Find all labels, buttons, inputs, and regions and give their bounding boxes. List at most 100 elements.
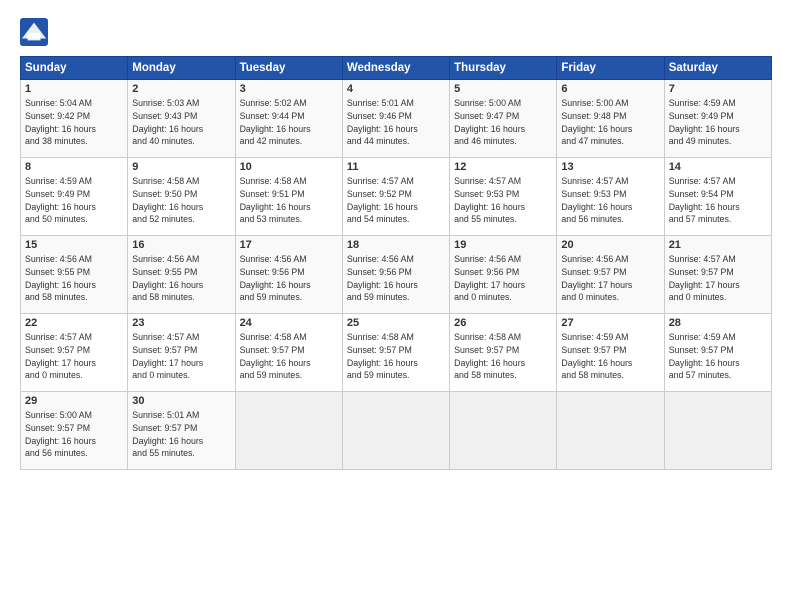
day-number: 9	[132, 161, 230, 173]
calendar-header: SundayMondayTuesdayWednesdayThursdayFrid…	[21, 57, 772, 80]
day-detail: Sunrise: 4:59 AMSunset: 9:57 PMDaylight:…	[561, 331, 659, 382]
day-cell: 25 Sunrise: 4:58 AMSunset: 9:57 PMDayligh…	[342, 314, 449, 392]
day-number: 19	[454, 239, 552, 251]
day-number: 18	[347, 239, 445, 251]
calendar-table: SundayMondayTuesdayWednesdayThursdayFrid…	[20, 56, 772, 470]
page-header	[20, 18, 772, 46]
day-detail: Sunrise: 4:56 AMSunset: 9:55 PMDaylight:…	[132, 253, 230, 304]
col-header-thursday: Thursday	[450, 57, 557, 80]
day-cell: 19 Sunrise: 4:56 AMSunset: 9:56 PMDayligh…	[450, 236, 557, 314]
day-detail: Sunrise: 4:57 AMSunset: 9:53 PMDaylight:…	[454, 175, 552, 226]
day-number: 20	[561, 239, 659, 251]
day-number: 21	[669, 239, 767, 251]
day-detail: Sunrise: 4:58 AMSunset: 9:57 PMDaylight:…	[347, 331, 445, 382]
day-number: 23	[132, 317, 230, 329]
day-number: 7	[669, 83, 767, 95]
day-detail: Sunrise: 4:56 AMSunset: 9:55 PMDaylight:…	[25, 253, 123, 304]
col-header-wednesday: Wednesday	[342, 57, 449, 80]
calendar-page: SundayMondayTuesdayWednesdayThursdayFrid…	[0, 0, 792, 612]
day-cell: 10Sunrise: 4:58 AMSunset: 9:51 PMDayligh…	[235, 158, 342, 236]
day-number: 11	[347, 161, 445, 173]
day-cell	[235, 392, 342, 470]
day-detail: Sunrise: 4:56 AMSunset: 9:56 PMDaylight:…	[347, 253, 445, 304]
day-detail: Sunrise: 5:01 AMSunset: 9:57 PMDaylight:…	[132, 409, 230, 460]
day-cell: 11 Sunrise: 4:57 AMSunset: 9:52 PMDayligh…	[342, 158, 449, 236]
day-cell: 22Sunrise: 4:57 AMSunset: 9:57 PMDayligh…	[21, 314, 128, 392]
day-cell: 24Sunrise: 4:58 AMSunset: 9:57 PMDayligh…	[235, 314, 342, 392]
day-cell: 14 Sunrise: 4:57 AMSunset: 9:54 PMDayligh…	[664, 158, 771, 236]
day-detail: Sunrise: 4:59 AMSunset: 9:49 PMDaylight:…	[669, 97, 767, 148]
day-detail: Sunrise: 4:58 AMSunset: 9:51 PMDaylight:…	[240, 175, 338, 226]
day-cell	[557, 392, 664, 470]
day-detail: Sunrise: 5:02 AMSunset: 9:44 PMDaylight:…	[240, 97, 338, 148]
calendar-body: 1 Sunrise: 5:04 AMSunset: 9:42 PMDaylight…	[21, 80, 772, 470]
day-cell: 7 Sunrise: 4:59 AMSunset: 9:49 PMDaylight…	[664, 80, 771, 158]
day-cell: 12 Sunrise: 4:57 AMSunset: 9:53 PMDayligh…	[450, 158, 557, 236]
day-cell: 27 Sunrise: 4:59 AMSunset: 9:57 PMDayligh…	[557, 314, 664, 392]
day-number: 4	[347, 83, 445, 95]
day-cell: 23 Sunrise: 4:57 AMSunset: 9:57 PMDayligh…	[128, 314, 235, 392]
week-row-3: 15 Sunrise: 4:56 AMSunset: 9:55 PMDayligh…	[21, 236, 772, 314]
day-cell	[664, 392, 771, 470]
week-row-5: 29 Sunrise: 5:00 AMSunset: 9:57 PMDayligh…	[21, 392, 772, 470]
day-cell: 6Sunrise: 5:00 AMSunset: 9:48 PMDaylight…	[557, 80, 664, 158]
col-header-sunday: Sunday	[21, 57, 128, 80]
day-cell: 15 Sunrise: 4:56 AMSunset: 9:55 PMDayligh…	[21, 236, 128, 314]
day-detail: Sunrise: 4:59 AMSunset: 9:49 PMDaylight:…	[25, 175, 123, 226]
week-row-4: 22Sunrise: 4:57 AMSunset: 9:57 PMDayligh…	[21, 314, 772, 392]
day-detail: Sunrise: 4:57 AMSunset: 9:53 PMDaylight:…	[561, 175, 659, 226]
day-cell: 29 Sunrise: 5:00 AMSunset: 9:57 PMDayligh…	[21, 392, 128, 470]
day-detail: Sunrise: 4:57 AMSunset: 9:57 PMDaylight:…	[669, 253, 767, 304]
day-cell: 20 Sunrise: 4:56 AMSunset: 9:57 PMDayligh…	[557, 236, 664, 314]
day-detail: Sunrise: 4:57 AMSunset: 9:54 PMDaylight:…	[669, 175, 767, 226]
day-cell	[342, 392, 449, 470]
day-cell: 18 Sunrise: 4:56 AMSunset: 9:56 PMDayligh…	[342, 236, 449, 314]
day-detail: Sunrise: 5:03 AMSunset: 9:43 PMDaylight:…	[132, 97, 230, 148]
week-row-1: 1 Sunrise: 5:04 AMSunset: 9:42 PMDaylight…	[21, 80, 772, 158]
day-cell: 9 Sunrise: 4:58 AMSunset: 9:50 PMDaylight…	[128, 158, 235, 236]
day-number: 1	[25, 83, 123, 95]
day-number: 17	[240, 239, 338, 251]
day-number: 14	[669, 161, 767, 173]
day-detail: Sunrise: 4:57 AMSunset: 9:57 PMDaylight:…	[25, 331, 123, 382]
day-number: 25	[347, 317, 445, 329]
day-detail: Sunrise: 5:00 AMSunset: 9:47 PMDaylight:…	[454, 97, 552, 148]
day-cell	[450, 392, 557, 470]
col-header-tuesday: Tuesday	[235, 57, 342, 80]
col-header-friday: Friday	[557, 57, 664, 80]
logo	[20, 18, 52, 46]
day-detail: Sunrise: 4:59 AMSunset: 9:57 PMDaylight:…	[669, 331, 767, 382]
day-cell: 5 Sunrise: 5:00 AMSunset: 9:47 PMDaylight…	[450, 80, 557, 158]
day-number: 16	[132, 239, 230, 251]
day-cell: 1 Sunrise: 5:04 AMSunset: 9:42 PMDaylight…	[21, 80, 128, 158]
day-cell: 26 Sunrise: 4:58 AMSunset: 9:57 PMDayligh…	[450, 314, 557, 392]
day-cell: 8Sunrise: 4:59 AMSunset: 9:49 PMDaylight…	[21, 158, 128, 236]
day-detail: Sunrise: 5:01 AMSunset: 9:46 PMDaylight:…	[347, 97, 445, 148]
day-number: 26	[454, 317, 552, 329]
day-cell: 21 Sunrise: 4:57 AMSunset: 9:57 PMDayligh…	[664, 236, 771, 314]
day-number: 15	[25, 239, 123, 251]
day-cell: 17Sunrise: 4:56 AMSunset: 9:56 PMDayligh…	[235, 236, 342, 314]
day-detail: Sunrise: 4:56 AMSunset: 9:57 PMDaylight:…	[561, 253, 659, 304]
day-number: 5	[454, 83, 552, 95]
header-row: SundayMondayTuesdayWednesdayThursdayFrid…	[21, 57, 772, 80]
logo-icon	[20, 18, 48, 46]
day-detail: Sunrise: 4:58 AMSunset: 9:57 PMDaylight:…	[454, 331, 552, 382]
day-cell: 3Sunrise: 5:02 AMSunset: 9:44 PMDaylight…	[235, 80, 342, 158]
day-cell: 16 Sunrise: 4:56 AMSunset: 9:55 PMDayligh…	[128, 236, 235, 314]
day-detail: Sunrise: 4:56 AMSunset: 9:56 PMDaylight:…	[454, 253, 552, 304]
day-detail: Sunrise: 5:00 AMSunset: 9:57 PMDaylight:…	[25, 409, 123, 460]
day-number: 27	[561, 317, 659, 329]
day-number: 12	[454, 161, 552, 173]
day-detail: Sunrise: 5:04 AMSunset: 9:42 PMDaylight:…	[25, 97, 123, 148]
day-detail: Sunrise: 4:58 AMSunset: 9:50 PMDaylight:…	[132, 175, 230, 226]
day-number: 30	[132, 395, 230, 407]
day-cell: 28 Sunrise: 4:59 AMSunset: 9:57 PMDayligh…	[664, 314, 771, 392]
day-detail: Sunrise: 4:57 AMSunset: 9:57 PMDaylight:…	[132, 331, 230, 382]
day-number: 2	[132, 83, 230, 95]
day-number: 28	[669, 317, 767, 329]
col-header-saturday: Saturday	[664, 57, 771, 80]
day-number: 29	[25, 395, 123, 407]
day-detail: Sunrise: 4:57 AMSunset: 9:52 PMDaylight:…	[347, 175, 445, 226]
day-cell: 13Sunrise: 4:57 AMSunset: 9:53 PMDayligh…	[557, 158, 664, 236]
